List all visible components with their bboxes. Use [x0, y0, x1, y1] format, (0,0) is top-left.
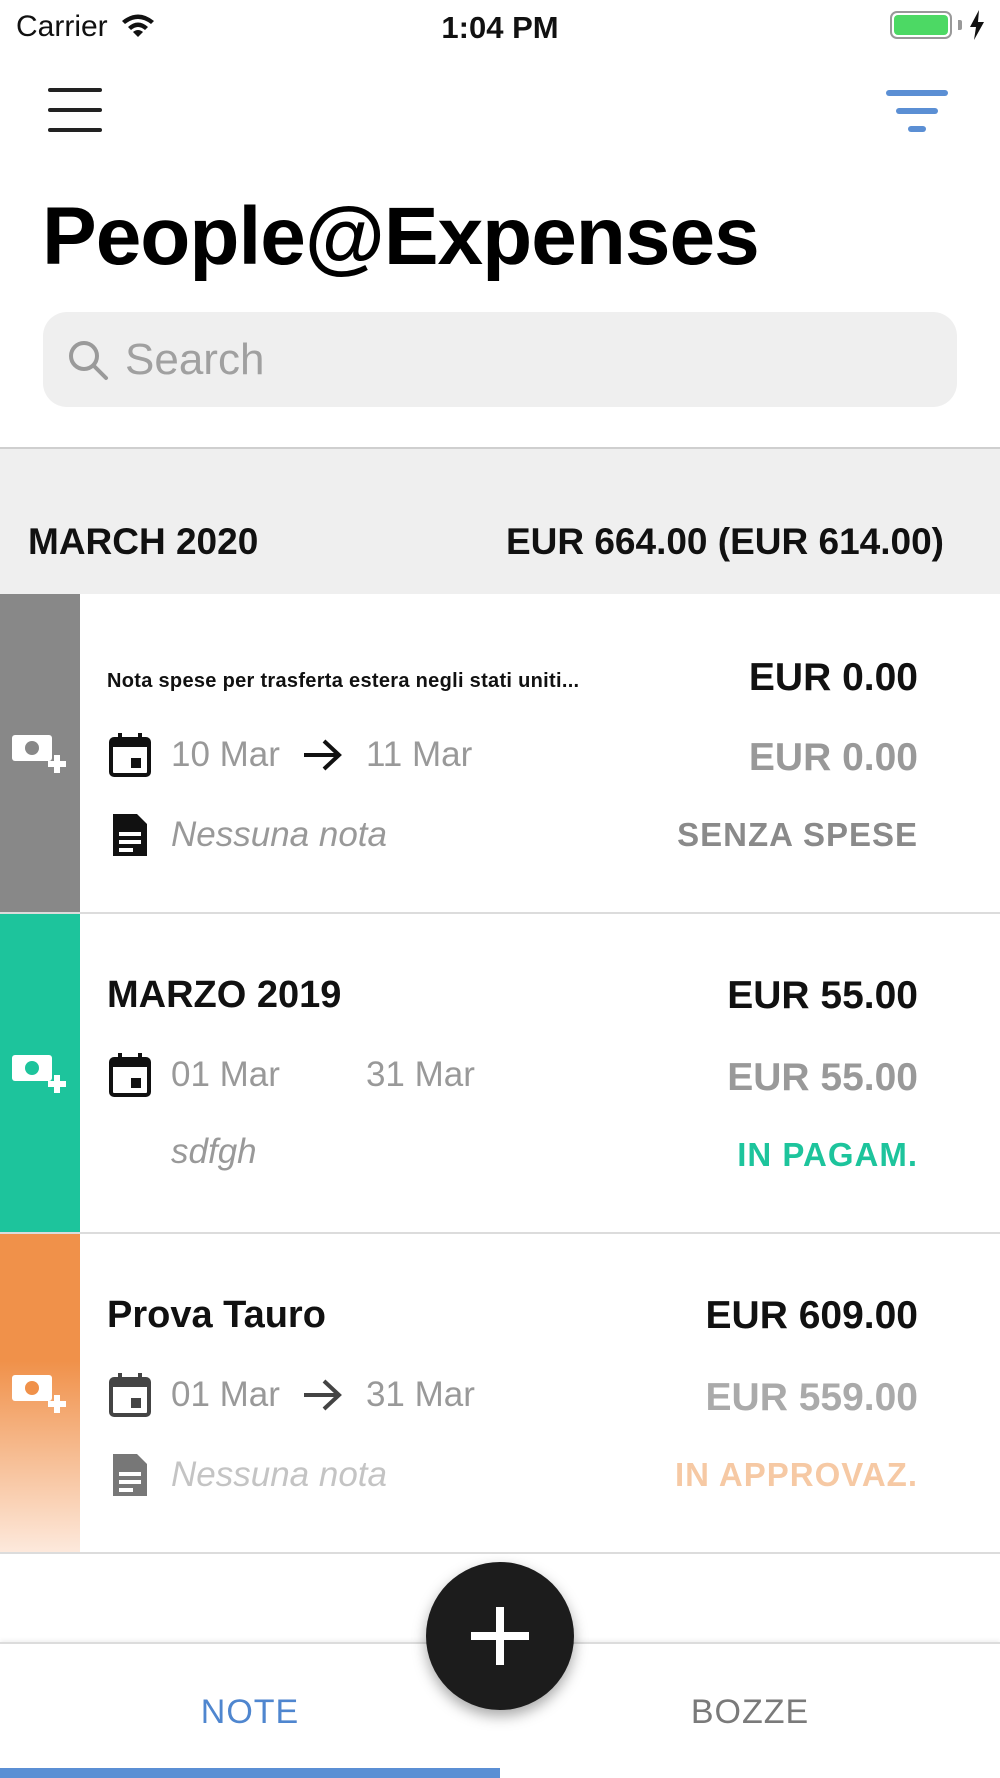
- expense-amount: EUR 609.00: [705, 1294, 918, 1337]
- charging-bolt-icon: [970, 10, 984, 40]
- expense-dates: 10 Mar 11 Mar: [107, 732, 472, 778]
- battery-icon: [890, 11, 952, 39]
- note-text: sdfgh: [171, 1132, 257, 1171]
- month-section-header: MARCH 2020 EUR 664.00 (EUR 614.00): [0, 447, 1000, 594]
- document-icon: [113, 814, 147, 856]
- expense-note: Nessuna nota: [107, 812, 387, 858]
- filter-icon[interactable]: [880, 84, 960, 144]
- status-time: 1:04 PM: [441, 10, 559, 45]
- tab-note[interactable]: NOTE: [0, 1644, 500, 1778]
- expense-dates: 01 Mar 31 Mar: [107, 1372, 475, 1418]
- start-date: 01 Mar: [171, 1055, 280, 1094]
- add-money-icon: [12, 1055, 66, 1093]
- status-bar: Carrier 1:04 PM: [0, 0, 1000, 56]
- expense-amount: EUR 55.00: [727, 974, 918, 1017]
- status-badge: IN APPROVAZ.: [674, 1456, 918, 1493]
- calendar-icon: [109, 1373, 151, 1417]
- expense-title: MARZO 2019: [107, 974, 342, 1016]
- arrow-right-icon: [303, 739, 342, 771]
- expense-row[interactable]: MARZO 2019 EUR 55.00 01 Mar 31 Mar EUR 5…: [0, 914, 1000, 1234]
- search-bar[interactable]: [43, 312, 957, 407]
- expense-note: Nessuna nota: [107, 1452, 387, 1498]
- expense-status-strip: [0, 1234, 80, 1552]
- battery-tip: [958, 20, 962, 30]
- search-input[interactable]: [125, 334, 885, 385]
- calendar-icon: [109, 733, 151, 777]
- calendar-icon: [109, 1053, 151, 1097]
- status-badge: SENZA SPESE: [677, 816, 918, 853]
- note-text: Nessuna nota: [171, 1455, 387, 1494]
- plus-icon: [471, 1607, 529, 1665]
- expense-amount: EUR 0.00: [748, 656, 918, 699]
- expense-approved-amount: EUR 559.00: [705, 1376, 918, 1419]
- expense-row[interactable]: Prova Tauro EUR 609.00 01 Mar 31 Mar EUR…: [0, 1234, 1000, 1554]
- document-icon: [113, 1454, 147, 1496]
- add-expense-button[interactable]: [426, 1562, 574, 1710]
- tab-bozze[interactable]: BOZZE: [500, 1644, 1000, 1778]
- expense-note: sdfgh: [107, 1132, 257, 1172]
- section-month: MARCH 2020: [28, 521, 259, 562]
- hamburger-menu-icon[interactable]: [40, 84, 110, 144]
- add-money-icon: [12, 1375, 66, 1413]
- active-tab-indicator: [0, 1768, 500, 1778]
- add-money-icon: [12, 735, 66, 773]
- expense-dates: 01 Mar 31 Mar: [107, 1052, 475, 1098]
- arrow-right-icon: [303, 1379, 342, 1411]
- expense-title: Prova Tauro: [107, 1294, 326, 1336]
- start-date: 01 Mar: [171, 1375, 280, 1414]
- expense-status-strip: [0, 914, 80, 1232]
- expense-row[interactable]: Nota spese per trasferta estera negli st…: [0, 594, 1000, 914]
- end-date: 31 Mar: [365, 1375, 475, 1414]
- end-date: 11 Mar: [365, 735, 473, 774]
- status-right: [890, 10, 986, 40]
- page-title: People@Expenses: [42, 191, 760, 282]
- expense-approved-amount: EUR 0.00: [748, 736, 918, 779]
- status-badge: IN PAGAM.: [737, 1136, 918, 1173]
- expense-title: Nota spese per trasferta estera negli st…: [107, 670, 580, 692]
- section-total: EUR 664.00 (EUR 614.00): [505, 521, 944, 562]
- search-icon: [69, 340, 108, 380]
- note-text: Nessuna nota: [171, 815, 387, 854]
- expense-approved-amount: EUR 55.00: [727, 1056, 918, 1099]
- expense-status-strip: [0, 594, 80, 912]
- start-date: 10 Mar: [171, 735, 280, 774]
- end-date: 31 Mar: [365, 1055, 475, 1094]
